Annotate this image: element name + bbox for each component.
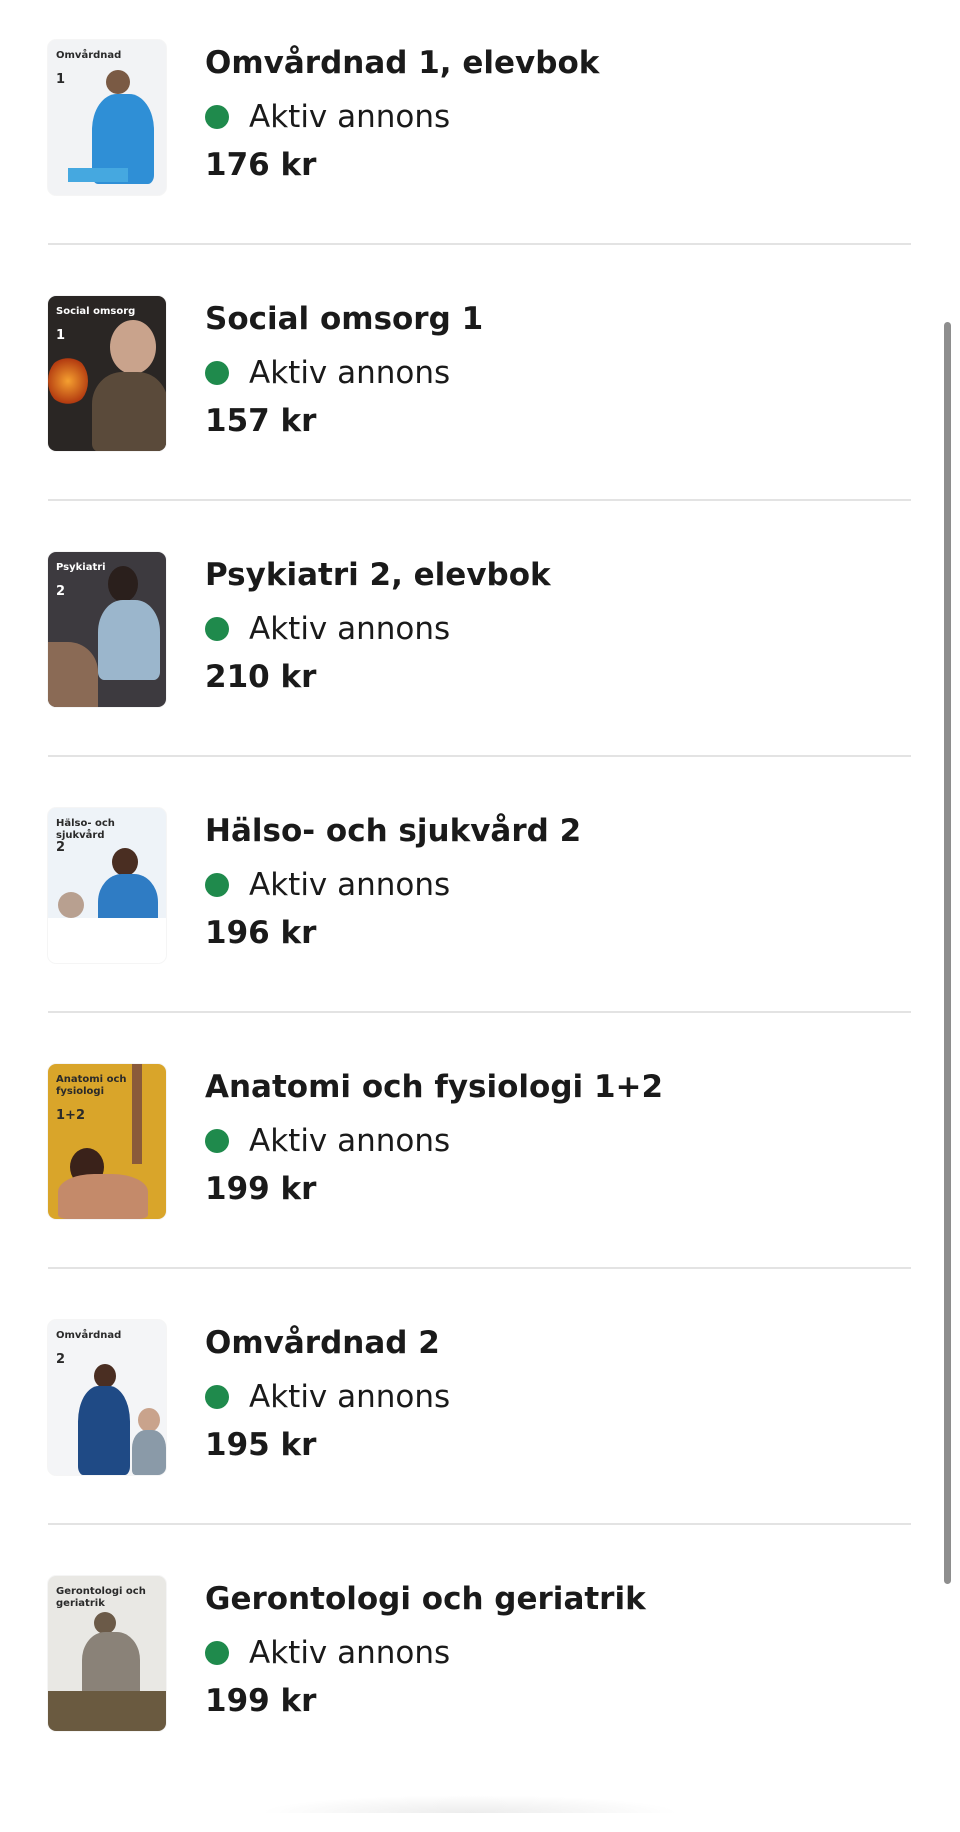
listing-item[interactable]: Social omsorg 1 Social omsorg 1 Aktiv an… xyxy=(48,296,911,552)
listing-item[interactable]: Hälso- och sjukvård 2 Hälso- och sjukvår… xyxy=(48,808,911,1064)
listing-info: Hälso- och sjukvård 2 Aktiv annons 196 k… xyxy=(205,812,581,952)
listing-info: Anatomi och fysiologi 1+2 Aktiv annons 1… xyxy=(205,1068,663,1208)
status-dot-icon xyxy=(205,1641,229,1665)
listing-item[interactable]: Psykiatri 2 Psykiatri 2, elevbok Aktiv a… xyxy=(48,552,911,808)
status-text: Aktiv annons xyxy=(249,1123,451,1159)
listing-status: Aktiv annons xyxy=(205,98,599,136)
bottom-shadow xyxy=(260,1795,680,1813)
listing-status: Aktiv annons xyxy=(205,610,551,648)
listing-price: 176 kr xyxy=(205,147,317,183)
status-dot-icon xyxy=(205,1385,229,1409)
divider xyxy=(48,1011,911,1013)
listing-title: Social omsorg 1 xyxy=(205,301,484,337)
book-cover-image: Gerontologi och geriatrik xyxy=(48,1576,166,1731)
status-dot-icon xyxy=(205,617,229,641)
divider xyxy=(48,1523,911,1525)
cover-title: Omvårdnad xyxy=(56,50,122,61)
listing-title: Anatomi och fysiologi 1+2 xyxy=(205,1069,664,1105)
cover-title: Social omsorg xyxy=(56,306,136,317)
book-cover-image: Psykiatri 2 xyxy=(48,552,166,707)
cover-number: 1+2 xyxy=(56,1108,85,1123)
listing-info: Gerontologi och geriatrik Aktiv annons 1… xyxy=(205,1580,646,1720)
listing-price: 210 kr xyxy=(205,659,317,695)
scrollbar[interactable] xyxy=(944,322,951,1584)
divider xyxy=(48,755,911,757)
listing-info: Psykiatri 2, elevbok Aktiv annons 210 kr xyxy=(205,556,551,696)
status-text: Aktiv annons xyxy=(249,611,451,647)
book-cover-image: Hälso- och sjukvård 2 xyxy=(48,808,166,963)
listing-title: Omvårdnad 2 xyxy=(205,1325,440,1361)
listing-status: Aktiv annons xyxy=(205,1634,646,1672)
listing-info: Social omsorg 1 Aktiv annons 157 kr xyxy=(205,300,483,440)
divider xyxy=(48,499,911,501)
status-text: Aktiv annons xyxy=(249,1635,451,1671)
listing-title: Omvårdnad 1, elevbok xyxy=(205,45,600,81)
book-cover-image: Omvårdnad 1 xyxy=(48,40,166,195)
listing-status: Aktiv annons xyxy=(205,866,581,904)
cover-title: Hälso- och sjukvård xyxy=(56,818,115,841)
listing-price: 199 kr xyxy=(205,1171,317,1207)
listing-item[interactable]: Anatomi och fysiologi 1+2 Anatomi och fy… xyxy=(48,1064,911,1320)
listing-item[interactable]: Omvårdnad 2 Omvårdnad 2 Aktiv annons 195… xyxy=(48,1320,911,1576)
book-cover-image: Omvårdnad 2 xyxy=(48,1320,166,1475)
status-dot-icon xyxy=(205,1129,229,1153)
cover-title: Anatomi och fysiologi xyxy=(56,1074,127,1097)
cover-number: 2 xyxy=(56,840,66,855)
listing-price: 199 kr xyxy=(205,1683,317,1719)
cover-number: 2 xyxy=(56,584,66,599)
status-dot-icon xyxy=(205,361,229,385)
listing-info: Omvårdnad 2 Aktiv annons 195 kr xyxy=(205,1324,450,1464)
listing-title: Hälso- och sjukvård 2 xyxy=(205,813,582,849)
status-text: Aktiv annons xyxy=(249,99,451,135)
status-dot-icon xyxy=(205,873,229,897)
listing-price: 196 kr xyxy=(205,915,317,951)
cover-number: 1 xyxy=(56,72,66,87)
listing-status: Aktiv annons xyxy=(205,354,483,392)
listing-price: 157 kr xyxy=(205,403,317,439)
book-cover-image: Anatomi och fysiologi 1+2 xyxy=(48,1064,166,1219)
divider xyxy=(48,1267,911,1269)
listing-price: 195 kr xyxy=(205,1427,317,1463)
cover-title: Psykiatri xyxy=(56,562,106,573)
status-text: Aktiv annons xyxy=(249,355,451,391)
listing-item[interactable]: Omvårdnad 1 Omvårdnad 1, elevbok Aktiv a… xyxy=(48,40,911,296)
listing-title: Gerontologi och geriatrik xyxy=(205,1581,646,1617)
listing-info: Omvårdnad 1, elevbok Aktiv annons 176 kr xyxy=(205,44,599,184)
status-dot-icon xyxy=(205,105,229,129)
listing-status: Aktiv annons xyxy=(205,1122,663,1160)
listing-status: Aktiv annons xyxy=(205,1378,450,1416)
listing-title: Psykiatri 2, elevbok xyxy=(205,557,551,593)
cover-title: Gerontologi och geriatrik xyxy=(56,1586,146,1609)
status-text: Aktiv annons xyxy=(249,867,451,903)
cover-title: Omvårdnad xyxy=(56,1330,122,1341)
listing-item[interactable]: Gerontologi och geriatrik Gerontologi oc… xyxy=(48,1576,911,1832)
status-text: Aktiv annons xyxy=(249,1379,451,1415)
cover-number: 2 xyxy=(56,1352,66,1367)
divider xyxy=(48,243,911,245)
cover-number: 1 xyxy=(56,328,66,343)
book-cover-image: Social omsorg 1 xyxy=(48,296,166,451)
